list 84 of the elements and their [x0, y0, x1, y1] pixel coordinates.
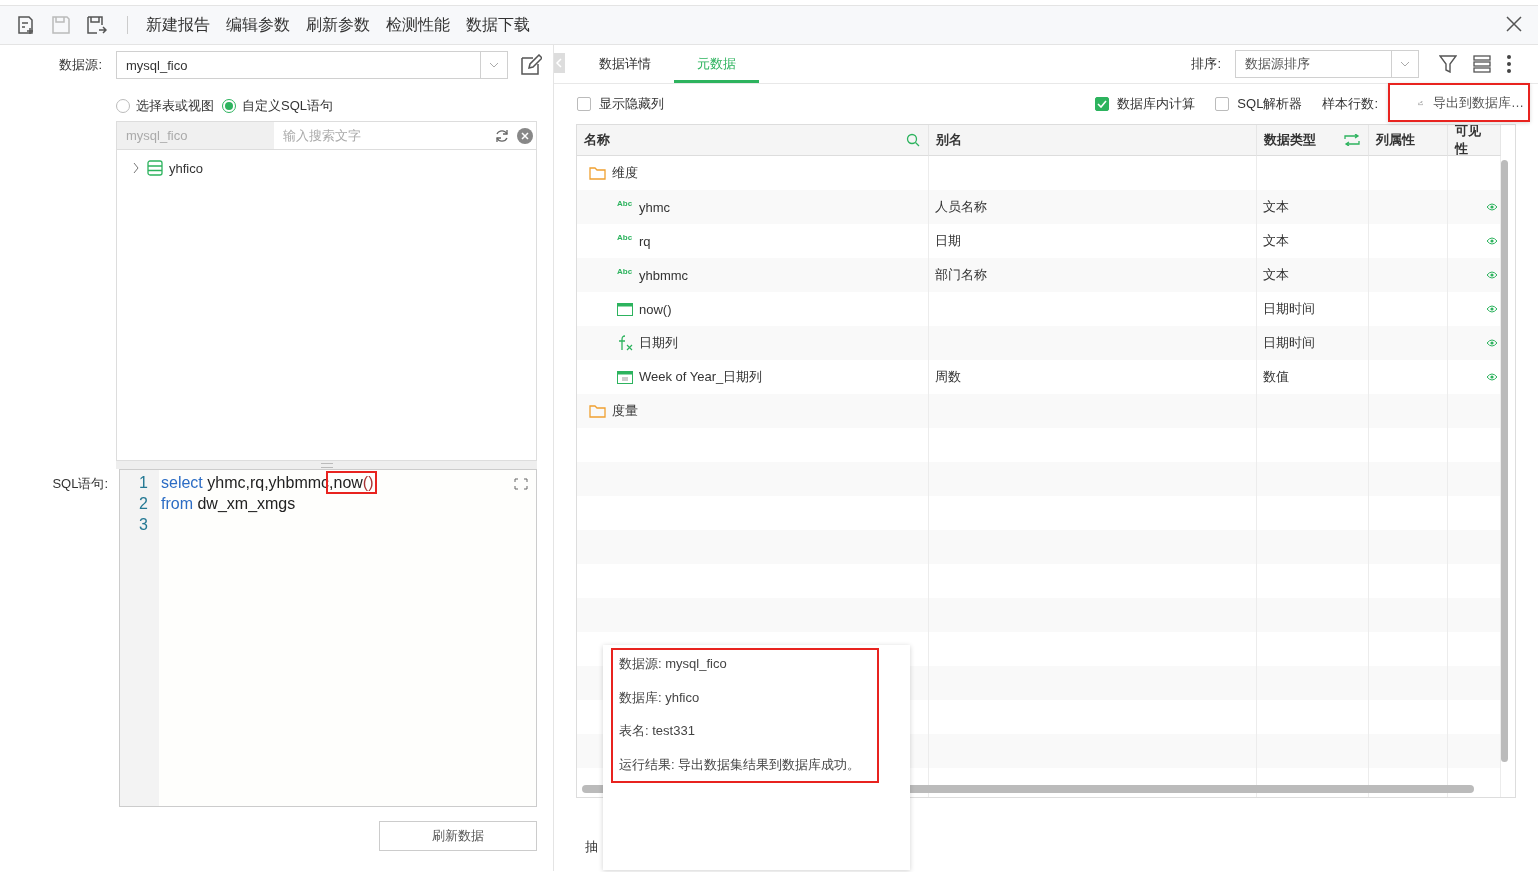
eye-icon[interactable]	[1486, 202, 1498, 212]
menu-item[interactable]: 新建报告	[138, 14, 218, 36]
check-icon	[1097, 100, 1108, 108]
field-name[interactable]: yhbmmc	[639, 267, 689, 283]
result-text: 数据库: yhfico	[619, 688, 701, 707]
type-label: Abc	[617, 233, 633, 242]
checkbox[interactable]: 显示隐藏列	[577, 95, 664, 113]
type-label: Abc	[617, 267, 633, 276]
folder-name[interactable]: 度量	[612, 402, 638, 420]
caret-icon	[1400, 61, 1410, 67]
table-cell: 日期时间	[1263, 334, 1315, 352]
field-label: 数据源:	[58, 56, 102, 74]
more-icon[interactable]	[1507, 55, 1511, 73]
column-header: 数据类型	[1264, 131, 1316, 149]
result-text: 数据源: mysql_fico	[619, 655, 728, 673]
calendar-icon	[617, 302, 633, 316]
eye-icon[interactable]	[1486, 304, 1498, 314]
field-name[interactable]: rq	[639, 233, 651, 249]
tab[interactable]: 数据详情	[587, 45, 674, 83]
fullscreen-icon[interactable]	[514, 478, 528, 490]
sort-select[interactable]: 数据源排序	[1235, 50, 1419, 78]
table-cell: 文本	[1263, 232, 1289, 250]
database-icon	[147, 160, 163, 176]
filter-icon[interactable]	[1439, 55, 1457, 73]
search-icon[interactable]	[906, 133, 920, 147]
menu-item[interactable]: 刷新参数	[298, 14, 378, 36]
column-header: 可见性	[1455, 125, 1482, 158]
field-label: 抽	[585, 838, 598, 856]
line-number: 1	[138, 473, 149, 493]
eye-icon[interactable]	[1486, 372, 1498, 382]
table-cell: 部门名称	[935, 266, 987, 284]
result-text: 表名: test331	[619, 722, 696, 740]
field-name[interactable]: Week of Year_日期列	[639, 368, 763, 386]
table-cell: 日期时间	[1263, 300, 1315, 318]
refresh-icon[interactable]	[495, 128, 509, 143]
field-name[interactable]: now()	[639, 301, 672, 317]
swap-icon[interactable]	[1344, 134, 1360, 146]
folder-icon	[589, 166, 606, 180]
code-line: from dw_xm_xmgs	[161, 494, 297, 514]
list-icon[interactable]	[1473, 55, 1491, 73]
calendar-icon	[617, 370, 633, 384]
eye-icon[interactable]	[1486, 236, 1498, 246]
column-header: 列属性	[1376, 131, 1415, 149]
sort-label: 排序:	[1191, 55, 1221, 73]
table-cell: 日期	[935, 232, 961, 250]
type-label: Abc	[617, 199, 633, 208]
line-number: 3	[138, 515, 149, 535]
formula-icon	[617, 335, 633, 351]
folder-name[interactable]: 维度	[612, 164, 638, 182]
edit-icon[interactable]	[520, 54, 542, 76]
radio-option[interactable]: 选择表或视图	[116, 97, 214, 115]
eye-icon[interactable]	[1486, 270, 1498, 280]
close-icon[interactable]	[1506, 16, 1522, 32]
menu-item[interactable]: 编辑参数	[218, 14, 298, 36]
tree-item[interactable]: yhfico	[169, 160, 203, 176]
table-cell: 数值	[1263, 368, 1289, 386]
save-as-icon[interactable]	[86, 15, 107, 35]
eye-icon[interactable]	[1486, 338, 1498, 348]
result-text: 运行结果: 导出数据集结果到数据库成功。	[619, 755, 862, 774]
vertical-scrollbar[interactable]	[1501, 160, 1508, 762]
column-header: 别名	[936, 131, 962, 149]
clear-icon[interactable]	[517, 127, 533, 144]
caret-icon	[489, 62, 499, 68]
field-name[interactable]: 日期列	[639, 334, 678, 352]
checkbox[interactable]: 数据库内计算	[1095, 95, 1196, 113]
column-header: 名称	[584, 131, 610, 149]
field-label: SQL语句:	[51, 475, 108, 493]
source-field: mysql_fico	[117, 122, 274, 149]
table-cell: 周数	[935, 368, 961, 386]
field-label: 样本行数:	[1322, 95, 1378, 113]
refresh-data-button[interactable]: 刷新数据	[379, 821, 537, 851]
menu-item[interactable]: 检测性能	[378, 14, 458, 36]
export-menu-item[interactable]: 导出到数据库…	[1388, 83, 1530, 122]
checkbox[interactable]: SQL解析器	[1215, 95, 1303, 113]
radio-option[interactable]: 自定义SQL语句	[222, 97, 333, 115]
datasource-select[interactable]: mysql_fico	[116, 51, 508, 79]
splitter-handle[interactable]	[320, 462, 333, 468]
line-number: 2	[138, 494, 149, 514]
field-name[interactable]: yhmc	[639, 199, 671, 215]
table-cell: 人员名称	[935, 198, 987, 216]
table-cell: 文本	[1263, 198, 1289, 216]
table-cell: 文本	[1263, 266, 1289, 284]
menu-item[interactable]: 数据下载	[458, 14, 538, 36]
folder-icon	[589, 404, 606, 418]
